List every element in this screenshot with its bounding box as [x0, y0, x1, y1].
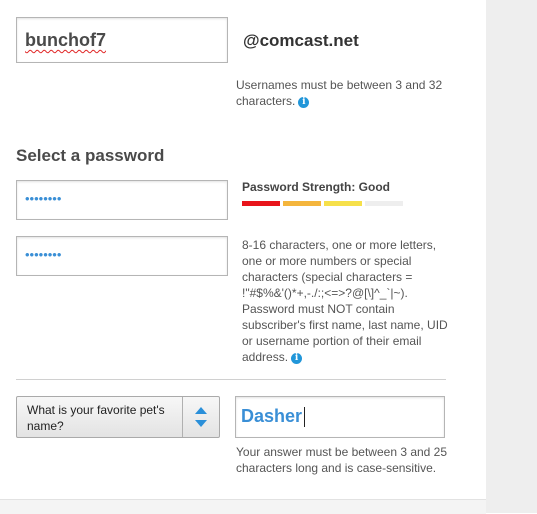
strength-segment-4 [365, 201, 403, 206]
password-rules-text: 8-16 characters, one or more letters, on… [242, 238, 448, 364]
security-question-select[interactable]: What is your favorite pet's name? [16, 396, 220, 438]
select-divider [182, 397, 183, 437]
up-down-arrows-icon [195, 407, 207, 427]
text-caret [304, 407, 305, 427]
email-domain-label: @comcast.net [243, 31, 359, 50]
password-rules: 8-16 characters, one or more letters, on… [242, 237, 452, 365]
security-question-selected: What is your favorite pet's name? [27, 403, 165, 433]
info-icon[interactable]: i [291, 353, 303, 364]
password-masked-value: •••••••• [25, 191, 62, 206]
strength-segment-2 [283, 201, 321, 206]
username-input[interactable]: bunchof7 [16, 17, 228, 63]
confirm-password-masked-value: •••••••• [25, 247, 62, 262]
strength-segment-1 [242, 201, 280, 206]
page-bottom-gutter [0, 499, 486, 514]
password-strength-label: Password Strength: Good [242, 180, 391, 194]
security-answer-helper: Your answer must be between 3 and 25 cha… [236, 445, 448, 475]
info-icon[interactable]: i [298, 97, 310, 108]
username-helper: Usernames must be between 3 and 32 chara… [236, 77, 456, 109]
section-divider [16, 379, 446, 380]
strength-segment-3 [324, 201, 362, 206]
username-value: bunchof7 [25, 30, 106, 50]
security-answer-value: Dasher [241, 406, 303, 426]
username-helper-text: Usernames must be between 3 and 32 chara… [236, 78, 443, 108]
password-section-title: Select a password [16, 146, 165, 165]
confirm-password-input[interactable]: •••••••• [16, 236, 228, 276]
security-answer-input[interactable]: Dasher [235, 396, 445, 438]
password-input[interactable]: •••••••• [16, 180, 228, 220]
page-right-gutter [486, 0, 537, 513]
